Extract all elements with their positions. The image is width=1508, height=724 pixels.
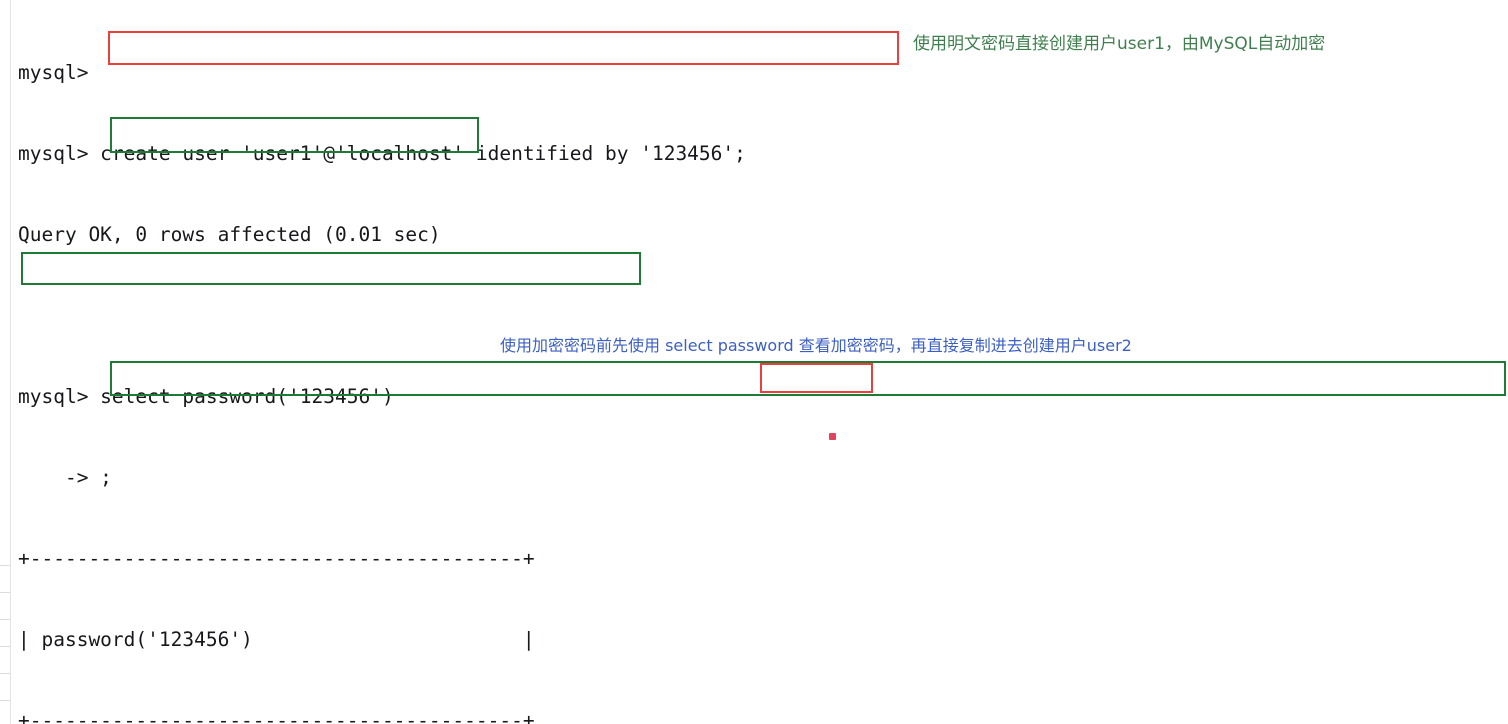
terminal-line: mysql> select password('123456'): [18, 385, 394, 408]
annotation-encrypted-password: 使用加密密码前先使用 select password 查看加密密码，再直接复制进…: [500, 336, 1132, 355]
mysql-terminal-screenshot: mysql> mysql> create user 'user1'@'local…: [0, 0, 1508, 724]
annotation-plaintext-password: 使用明文密码直接创建用户user1，由MySQL自动加密: [913, 34, 1326, 54]
terminal-line: -> ;: [18, 466, 112, 489]
terminal-line: | password('123456') |: [18, 628, 535, 651]
terminal-line: +---------------------------------------…: [18, 709, 535, 724]
terminal-line: +---------------------------------------…: [18, 547, 535, 570]
editor-gutter-rows: [0, 560, 10, 724]
terminal-line: mysql> create user 'user1'@'localhost' i…: [18, 142, 746, 165]
terminal-line: mysql>: [18, 61, 89, 84]
terminal-output[interactable]: mysql> mysql> create user 'user1'@'local…: [18, 5, 1508, 724]
editor-gutter-divider: [10, 0, 11, 724]
stray-marker-dot: [829, 433, 836, 440]
terminal-line: Query OK, 0 rows affected (0.01 sec): [18, 223, 441, 246]
